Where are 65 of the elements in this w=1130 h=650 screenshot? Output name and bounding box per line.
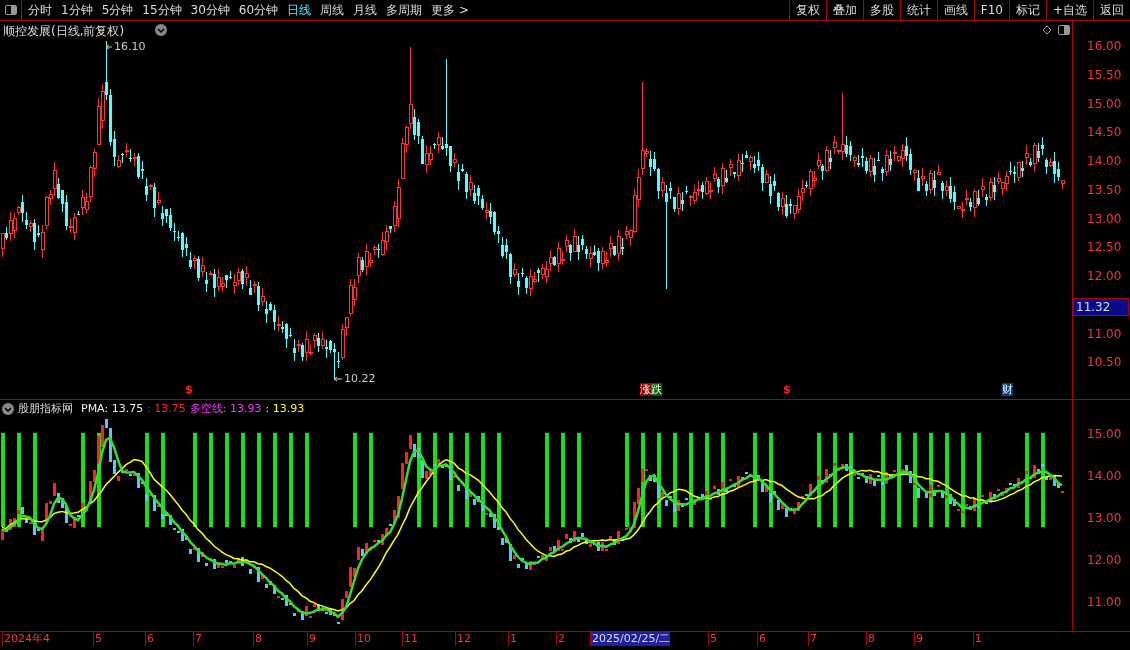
axis-tick-label: 12.00 — [1087, 269, 1122, 283]
date-label: 10 — [355, 632, 371, 646]
date-label: 5 — [93, 632, 102, 646]
event-marker[interactable]: 跌 — [651, 383, 662, 396]
date-label: 9 — [307, 632, 316, 646]
axis-tick-label: 13.00 — [1087, 511, 1122, 525]
date-label: 11 — [402, 632, 418, 646]
event-marker[interactable]: 财 — [1002, 383, 1013, 396]
current-price-tag: 11.32 — [1073, 298, 1129, 316]
date-label: 8 — [866, 632, 875, 646]
axis-tick-label: 13.50 — [1087, 182, 1122, 197]
high-price-label: 16.10 — [114, 40, 146, 53]
axis-tick-label: 14.00 — [1087, 154, 1122, 168]
dropdown-icon[interactable] — [155, 24, 167, 36]
date-label: 7 — [193, 632, 202, 646]
axis-tick-label: 15.50 — [1087, 67, 1122, 82]
period-tab[interactable]: 多周期 — [386, 1, 423, 19]
axis-tick-label: 15.00 — [1087, 96, 1122, 111]
axis-tick-label: 12.50 — [1087, 240, 1122, 255]
panel-toggle-icon[interactable] — [1058, 25, 1070, 35]
event-marker[interactable]: $ — [783, 383, 791, 396]
event-marker[interactable]: $ — [185, 383, 193, 396]
date-label: 2025/02/25/二 — [590, 632, 671, 646]
date-label: 5 — [708, 632, 717, 646]
indicator-name: 股朋指标网 — [18, 401, 73, 416]
chart-title: 顺控发展(日线,前复权) — [3, 23, 125, 40]
axis-tick-label: 10.50 — [1087, 355, 1122, 370]
date-label: 6 — [757, 632, 766, 646]
indicator-value: 多空线: 13.93 — [189, 401, 262, 416]
axis-tick-label: 11.00 — [1087, 595, 1122, 609]
low-price-label: 10.22 — [344, 372, 376, 385]
axis-tick-label: 13.00 — [1087, 211, 1122, 226]
date-label: 9 — [914, 632, 923, 646]
indicator-value: : 13.75 — [147, 402, 186, 415]
period-tab[interactable]: 分时 — [28, 1, 52, 19]
event-marker[interactable]: 涨 — [640, 383, 651, 396]
date-label: 2024年4 — [2, 632, 50, 646]
leader-line — [105, 44, 113, 50]
dropdown-icon[interactable] — [2, 402, 14, 415]
leader-line — [333, 376, 343, 382]
indicator-value: : 13.93 — [265, 402, 305, 415]
period-tab[interactable]: 1分钟 — [61, 1, 93, 19]
date-label: 12 — [455, 632, 471, 646]
period-tab[interactable]: 周线 — [320, 1, 345, 19]
indicator-value: PMA: 13.75 — [81, 402, 144, 415]
date-label: 2 — [556, 632, 565, 646]
date-label: 8 — [253, 632, 262, 646]
period-tab[interactable]: 更多 > — [431, 1, 469, 19]
axis-tick-label: 12.00 — [1087, 553, 1122, 567]
period-tab[interactable]: 60分钟 — [238, 1, 279, 19]
period-tab[interactable]: 月线 — [353, 1, 378, 19]
period-tab[interactable]: 日线 — [287, 1, 312, 19]
diamond-icon[interactable] — [1042, 25, 1052, 35]
axis-tick-label: 16.00 — [1087, 39, 1122, 53]
date-label: 1 — [973, 632, 982, 646]
axis-tick-label: 14.00 — [1087, 469, 1122, 483]
axis-tick-label: 14.50 — [1087, 125, 1122, 140]
axis-tick-label: 11.00 — [1087, 326, 1122, 341]
date-label: 1 — [508, 632, 517, 646]
date-label: 7 — [808, 632, 817, 646]
period-tab[interactable]: 30分钟 — [190, 1, 230, 19]
period-tab[interactable]: 15分钟 — [142, 1, 182, 19]
period-tab[interactable]: 5分钟 — [101, 1, 134, 19]
date-label: 6 — [145, 632, 154, 646]
axis-tick-label: 15.00 — [1087, 427, 1122, 441]
